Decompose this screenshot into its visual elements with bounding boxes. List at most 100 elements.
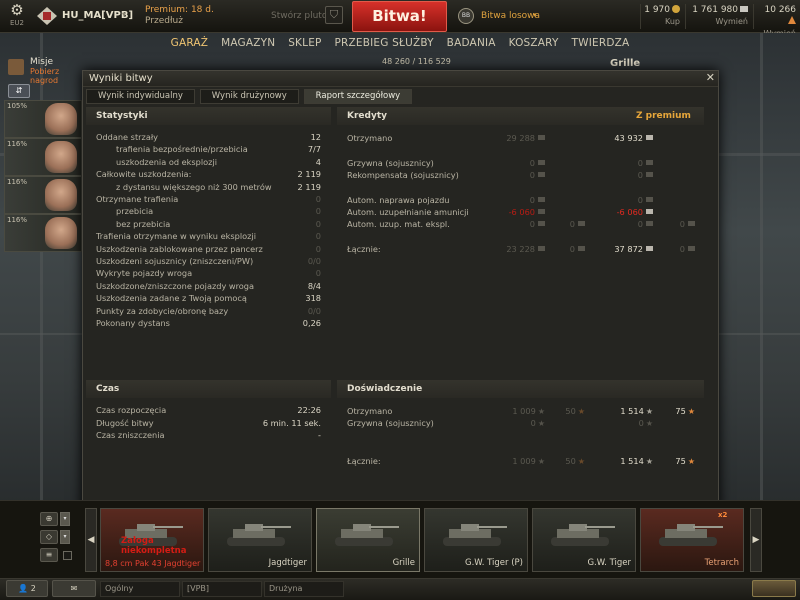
time-header: Czas — [86, 380, 331, 398]
battle-button[interactable]: Bitwa! — [352, 1, 447, 32]
stat-value: 318 — [305, 293, 321, 304]
crew-incomplete-warning: Załoga niekompletna — [121, 536, 187, 556]
stat-label: Otrzymane trafienia — [96, 194, 179, 204]
chevron-down-icon[interactable]: ▾ — [60, 512, 70, 526]
credit-premium-text: 0 — [637, 158, 643, 168]
gold-icon — [578, 246, 585, 251]
platoon-icon[interactable]: ⛉ — [325, 6, 343, 24]
premium-label: Premium: 18 d. — [145, 5, 214, 15]
tank-slot[interactable]: G.W. Tiger — [532, 508, 636, 572]
tank-slot[interactable]: Jagdtiger — [208, 508, 312, 572]
chevron-down-icon[interactable]: ▾ — [533, 11, 537, 19]
nav-research[interactable]: BADANIA — [447, 37, 496, 49]
chat-button[interactable]: ✉ — [52, 580, 96, 597]
stat-row: uszkodzenia od eksplozji 4 — [96, 156, 321, 168]
xp-base-text: 1 009 — [512, 406, 536, 416]
nav-barracks[interactable]: KOSZARY — [509, 37, 559, 49]
tank-icon — [659, 524, 723, 546]
time-value: 22:26 — [297, 405, 321, 415]
missions-widget[interactable]: Misje Pobierz nagrod — [8, 57, 78, 85]
credit-premium-gold-text: 0 — [679, 219, 685, 229]
credit-premium-text: 0 — [637, 170, 643, 180]
crew-toggle-button[interactable]: ⇵ — [8, 84, 30, 98]
crew-member[interactable]: 105% — [4, 100, 82, 138]
nav-garage[interactable]: GARAŻ — [171, 37, 209, 49]
tab-individual[interactable]: Wynik indywidualny — [86, 89, 195, 104]
channel-general[interactable]: Ogólny — [100, 581, 180, 597]
stat-label: Uszkodzenia zablokowane przez pancerz — [96, 243, 263, 254]
credit-base-text: 0 — [529, 219, 535, 229]
tank-slot[interactable]: G.W. Tiger (P) — [424, 508, 528, 572]
stat-value: 4 — [315, 156, 321, 167]
nav-stronghold[interactable]: TWIERDZA — [572, 37, 630, 49]
nav-shop[interactable]: SKLEP — [288, 37, 321, 49]
nation-filter-button[interactable]: ⊕ — [40, 512, 58, 526]
stat-value: 0 — [315, 206, 321, 217]
xp-premium-value: 1 514 ★ — [593, 455, 653, 467]
rank-icon — [37, 7, 57, 25]
credits-icon — [538, 197, 545, 202]
credits-icon — [646, 209, 653, 214]
stat-value: 0/0 — [307, 256, 321, 266]
premium-info[interactable]: Premium: 18 d. Przedłuż — [145, 5, 214, 27]
stat-value: 8/4 — [307, 280, 321, 291]
tier-filter-button[interactable]: ≡ — [40, 548, 58, 562]
credit-premium-value: 0 — [593, 218, 653, 230]
crew-member[interactable]: 116% — [4, 176, 82, 214]
carousel-left-arrow[interactable]: ◀ — [85, 508, 97, 572]
gold-icon — [688, 221, 695, 226]
tab-detailed-report[interactable]: Raport szczegółowy — [303, 89, 413, 104]
credit-premium-value: 0 — [593, 194, 653, 206]
stat-row: Uszkodzone/zniszczone pojazdy wroga 8/4 — [96, 280, 321, 292]
experience-header: Doświadczenie — [337, 380, 704, 398]
xp-base-value: 1 009 ★ — [483, 405, 545, 417]
time-value: 6 min. 11 sek. — [262, 417, 321, 428]
credit-premium-gold-text: 0 — [679, 244, 685, 254]
credit-base-gold: 0 — [553, 218, 585, 230]
nav-service-record[interactable]: PRZEBIEG SŁUŻBY — [334, 37, 433, 49]
crew-member[interactable]: 116% — [4, 138, 82, 176]
nav-depot[interactable]: MAGAZYN — [221, 37, 275, 49]
create-platoon-label[interactable]: Stwórz pluton — [271, 11, 333, 21]
credits-exchange-link[interactable]: Wymień — [690, 16, 748, 27]
notifications-button[interactable] — [752, 580, 796, 597]
xp-base-text: 0 — [530, 418, 536, 428]
time-row: Czas rozpoczęcia 22:26 — [96, 404, 321, 416]
stat-label: przebicia — [116, 206, 154, 217]
channel-clan[interactable]: [VPB] — [182, 581, 262, 597]
time-label: Długość bitwy — [96, 417, 154, 428]
gold-display[interactable]: 1 970 Kup — [644, 5, 680, 27]
credit-base-text: 0 — [529, 170, 535, 180]
time-label: Czas zniszczenia — [96, 430, 165, 440]
xp-premium-text: 0 — [638, 418, 644, 428]
credits-icon — [646, 172, 653, 177]
tank-icon — [551, 524, 615, 546]
tank-slot[interactable]: Grille — [316, 508, 420, 572]
premium-extend-link[interactable]: Przedłuż — [145, 16, 214, 27]
settings-button[interactable]: ⚙ EU2 — [6, 3, 28, 28]
crew-member[interactable]: 116% — [4, 214, 82, 252]
ready-filter-checkbox[interactable] — [63, 551, 72, 560]
credit-base-text: 0 — [529, 158, 535, 168]
gold-buy-link[interactable]: Kup — [644, 16, 680, 27]
tab-team[interactable]: Wynik drużynowy — [199, 89, 299, 104]
tank-slot[interactable]: Tetrarch — [640, 508, 744, 572]
battle-mode-label[interactable]: Bitwa losowa — [481, 11, 540, 21]
xp-premium-free-text: 75 — [675, 456, 686, 466]
channel-squad[interactable]: Drużyna — [264, 581, 344, 597]
tank-slot[interactable]: Załoga niekompletna 8,8 cm Pak 43 Jagdtig… — [100, 508, 204, 572]
chevron-down-icon[interactable]: ▾ — [122, 10, 126, 19]
tank-slot-name: Tetrarch — [704, 558, 739, 568]
credits-display[interactable]: 1 761 980 Wymień — [690, 5, 748, 27]
time-label: Czas rozpoczęcia — [96, 405, 167, 415]
chevron-down-icon[interactable]: ▾ — [60, 530, 70, 544]
credit-premium-text: 0 — [637, 195, 643, 205]
close-icon[interactable]: ✕ — [706, 71, 715, 84]
friends-button[interactable]: 👤 2 — [6, 580, 48, 597]
xp-base-value: 1 009 ★ — [483, 455, 545, 467]
carousel-right-arrow[interactable]: ▶ — [750, 508, 762, 572]
xp-star-icon: ★ — [645, 457, 653, 466]
type-filter-button[interactable]: ◇ — [40, 530, 58, 544]
battle-mode-icon[interactable]: BB — [458, 8, 474, 24]
tank-xp-progress: 48 260 / 116 529 — [382, 57, 451, 66]
